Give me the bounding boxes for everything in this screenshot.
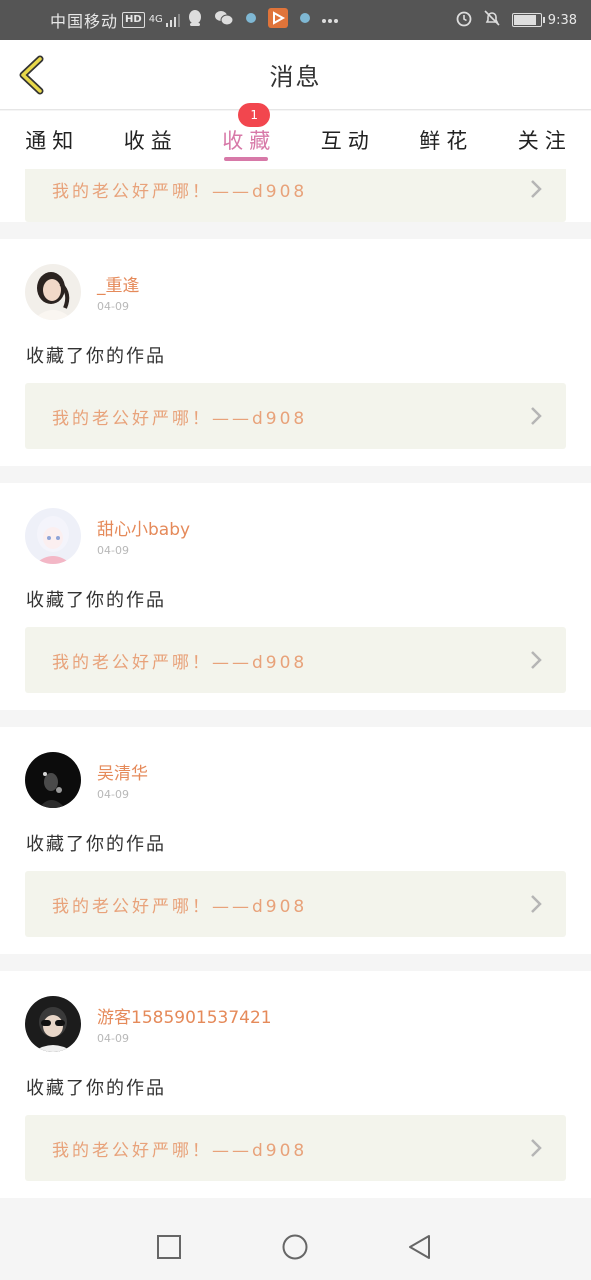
- tab-interaction[interactable]: 互动: [315, 111, 375, 169]
- username[interactable]: 甜心小baby: [97, 515, 190, 540]
- chevron-right-icon: [531, 895, 542, 913]
- list-item: 吴清华 04-09 收藏了你的作品 我的老公好严哪！——d908: [0, 727, 591, 954]
- action-text: 收藏了你的作品: [26, 834, 166, 855]
- action-text: 收藏了你的作品: [26, 590, 166, 611]
- status-bar: 中国移动 HD 4G 9:38: [0, 0, 591, 40]
- work-link[interactable]: 我的老公好严哪！——d908: [25, 383, 566, 449]
- tab-favorites[interactable]: 收藏 1: [216, 103, 277, 169]
- action-text: 收藏了你的作品: [26, 1078, 166, 1099]
- tab-notice[interactable]: 通知: [19, 111, 79, 169]
- chevron-left-icon: [19, 55, 44, 95]
- tab-follow[interactable]: 关注: [512, 111, 572, 169]
- pinwheel-icon: [298, 11, 312, 29]
- qq-icon: [186, 9, 204, 31]
- work-title: 我的老公好严哪！——d908: [52, 896, 308, 917]
- username[interactable]: 游客1585901537421: [97, 1003, 272, 1028]
- notification-list[interactable]: 我的老公好严哪！——d908 _重逢 04-09 收藏了你的作品 我的老公好严哪…: [0, 169, 591, 1212]
- header: 消息: [0, 40, 591, 110]
- unread-badge: 1: [238, 103, 271, 127]
- page-title: 消息: [269, 63, 322, 91]
- action-text: 收藏了你的作品: [26, 346, 166, 367]
- circle-icon[interactable]: [282, 1234, 308, 1260]
- chevron-right-icon: [531, 651, 542, 669]
- work-title: 我的老公好严哪！——d908: [52, 1140, 308, 1161]
- tab-label: 关注: [517, 129, 572, 153]
- triangle-back-icon[interactable]: [407, 1234, 433, 1260]
- work-link[interactable]: 我的老公好严哪！——d908: [25, 169, 566, 222]
- date: 04-09: [97, 788, 129, 801]
- avatar[interactable]: [25, 996, 81, 1052]
- list-item: _重逢 04-09 收藏了你的作品 我的老公好严哪！——d908: [0, 239, 591, 466]
- pinwheel-icon: [244, 11, 258, 29]
- date: 04-09: [97, 300, 129, 313]
- network-type: 4G: [148, 14, 163, 25]
- signal-icon: [165, 14, 180, 27]
- square-icon[interactable]: [156, 1234, 182, 1260]
- wechat-icon: [214, 9, 234, 31]
- work-title: 我的老公好严哪！——d908: [52, 181, 308, 202]
- app-icon: [267, 8, 288, 32]
- list-item: 甜心小baby 04-09 收藏了你的作品 我的老公好严哪！——d908: [0, 483, 591, 710]
- list-item: 游客1585901537421 04-09 收藏了你的作品 我的老公好严哪！——…: [0, 971, 591, 1198]
- tab-flowers[interactable]: 鲜花: [413, 111, 473, 169]
- tab-label: 收藏: [222, 129, 277, 153]
- tab-earnings[interactable]: 收益: [118, 111, 178, 169]
- system-nav-bar: [0, 1212, 591, 1280]
- active-tab-indicator: [224, 157, 269, 161]
- tab-label: 鲜花: [419, 129, 474, 153]
- tab-label: 通知: [25, 129, 80, 153]
- work-title: 我的老公好严哪！——d908: [52, 408, 308, 429]
- hd-badge: HD: [122, 12, 145, 28]
- work-link[interactable]: 我的老公好严哪！——d908: [25, 871, 566, 937]
- more-dots-icon: [321, 12, 338, 28]
- tab-label: 互动: [320, 129, 375, 153]
- carrier-label: 中国移动: [50, 12, 119, 31]
- work-title: 我的老公好严哪！——d908: [52, 652, 308, 673]
- work-link[interactable]: 我的老公好严哪！——d908: [25, 1115, 566, 1181]
- username[interactable]: _重逢: [97, 271, 140, 296]
- date: 04-09: [97, 544, 129, 557]
- chevron-right-icon: [531, 180, 542, 198]
- alarm-icon: [455, 9, 473, 31]
- tab-label: 收益: [123, 129, 178, 153]
- bell-off-icon: [483, 9, 501, 31]
- list-item: 我的老公好严哪！——d908: [0, 169, 591, 222]
- avatar[interactable]: [25, 752, 81, 808]
- date: 04-09: [97, 1032, 129, 1045]
- battery-icon: [511, 13, 545, 27]
- back-button[interactable]: [14, 54, 50, 96]
- avatar[interactable]: [25, 264, 81, 320]
- clock: 9:38: [547, 12, 577, 28]
- chevron-right-icon: [531, 1139, 542, 1157]
- username[interactable]: 吴清华: [97, 759, 148, 784]
- work-link[interactable]: 我的老公好严哪！——d908: [25, 627, 566, 693]
- tab-bar: 通知 收益 收藏 1 互动 鲜花 关注: [0, 103, 591, 169]
- avatar[interactable]: [25, 508, 81, 564]
- chevron-right-icon: [531, 407, 542, 425]
